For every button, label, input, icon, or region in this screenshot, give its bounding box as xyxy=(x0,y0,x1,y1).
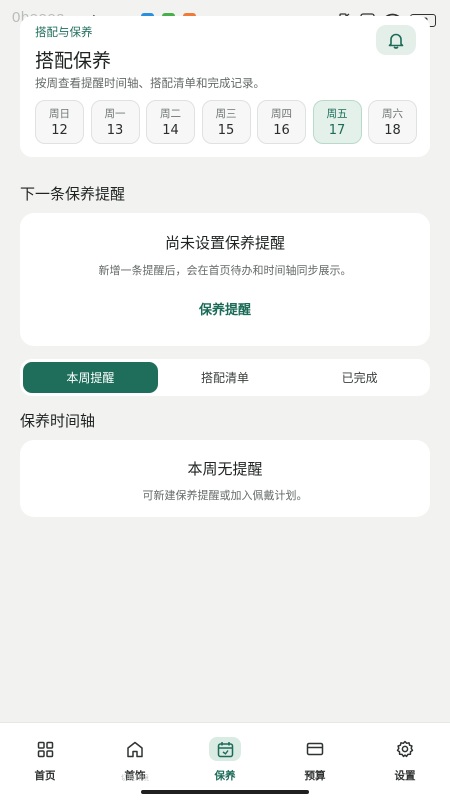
nav-settings[interactable]: 设置 xyxy=(360,723,450,800)
timeline-empty-desc: 可新建保养提醒或加入佩戴计划。 xyxy=(142,489,308,502)
nav-icon-container xyxy=(209,737,241,761)
day-chip-tue[interactable]: 周二 14 xyxy=(146,100,195,144)
bottom-nav: 首页 首饰 切换环境 保养 预算 设置 xyxy=(0,722,450,800)
nav-icon-container xyxy=(389,737,421,761)
day-number: 14 xyxy=(162,123,179,138)
home-indicator[interactable] xyxy=(141,790,309,794)
nav-icon-container xyxy=(299,737,331,761)
day-name: 周二 xyxy=(160,108,181,120)
next-reminder-empty-desc: 新增一条提醒后，会在首页待办和时间轴同步展示。 xyxy=(98,264,352,277)
timeline-empty-title: 本周无提醒 xyxy=(187,460,263,478)
timeline-card: 本周无提醒 可新建保养提醒或加入佩戴计划。 xyxy=(20,440,430,517)
house-icon xyxy=(127,741,143,757)
gear-icon xyxy=(396,740,414,758)
nav-icon-container xyxy=(29,737,61,761)
notification-button[interactable] xyxy=(376,25,416,55)
day-chip-fri[interactable]: 周五 17 xyxy=(312,100,362,144)
tab-outfit-list[interactable]: 搭配清单 xyxy=(158,362,293,393)
day-chip-thu[interactable]: 周四 16 xyxy=(257,100,306,144)
page-title: 搭配保养 xyxy=(35,50,112,72)
tab-this-week[interactable]: 本周提醒 xyxy=(23,362,158,393)
day-number: 13 xyxy=(106,123,124,138)
day-name: 周六 xyxy=(382,108,403,120)
card-icon xyxy=(306,742,324,756)
nav-icon-container xyxy=(119,737,151,761)
day-number: 15 xyxy=(217,123,235,138)
grid-icon xyxy=(37,741,53,757)
nav-label: 保养 xyxy=(214,770,236,782)
day-name: 周五 xyxy=(326,108,348,120)
nav-label: 设置 xyxy=(394,770,416,782)
day-name: 周一 xyxy=(104,108,126,120)
segment-tabs: 本周提醒 搭配清单 已完成 xyxy=(20,359,430,396)
header-eyebrow: 搭配与保养 xyxy=(35,25,93,39)
day-number: 12 xyxy=(51,123,68,138)
tab-completed[interactable]: 已完成 xyxy=(292,362,427,393)
env-switch-hint: 切换环境 xyxy=(121,774,149,782)
page-subtitle: 按周查看提醒时间轴、搭配清单和完成记录。 xyxy=(35,76,265,90)
day-name: 周三 xyxy=(215,108,237,120)
nav-label: 预算 xyxy=(304,770,326,782)
next-reminder-heading: 下一条保养提醒 xyxy=(20,185,126,203)
calendar-icon xyxy=(217,741,233,757)
next-reminder-empty-title: 尚未设置保养提醒 xyxy=(164,234,285,252)
next-reminder-card: 尚未设置保养提醒 新增一条提醒后，会在首页待办和时间轴同步展示。 保养提醒 xyxy=(20,213,430,346)
week-selector: 周日 12 周一 13 周二 14 周三 15 周四 16 周五 17 周六 18 xyxy=(35,100,417,144)
day-name: 周四 xyxy=(271,108,292,120)
day-number: 17 xyxy=(328,123,346,138)
nav-budget[interactable]: 预算 xyxy=(270,723,360,800)
nav-home[interactable]: 首页 xyxy=(0,723,90,800)
nav-care[interactable]: 保养 xyxy=(180,723,270,800)
nav-label: 首页 xyxy=(34,770,56,782)
day-chip-sat[interactable]: 周六 18 xyxy=(368,100,417,144)
nav-jewelry[interactable]: 首饰 切换环境 xyxy=(90,723,180,800)
timeline-heading: 保养时间轴 xyxy=(20,412,96,430)
day-number: 16 xyxy=(273,123,290,138)
day-chip-wed[interactable]: 周三 15 xyxy=(201,100,251,144)
day-chip-sun[interactable]: 周日 12 xyxy=(35,100,84,144)
day-number: 18 xyxy=(384,123,401,138)
bell-icon xyxy=(388,33,404,49)
header-card: 搭配与保养 搭配保养 按周查看提醒时间轴、搭配清单和完成记录。 周日 12 周一 1… xyxy=(20,16,430,157)
day-name: 周日 xyxy=(49,108,70,120)
day-chip-mon[interactable]: 周一 13 xyxy=(90,100,140,144)
add-reminder-button[interactable]: 保养提醒 xyxy=(199,299,251,318)
